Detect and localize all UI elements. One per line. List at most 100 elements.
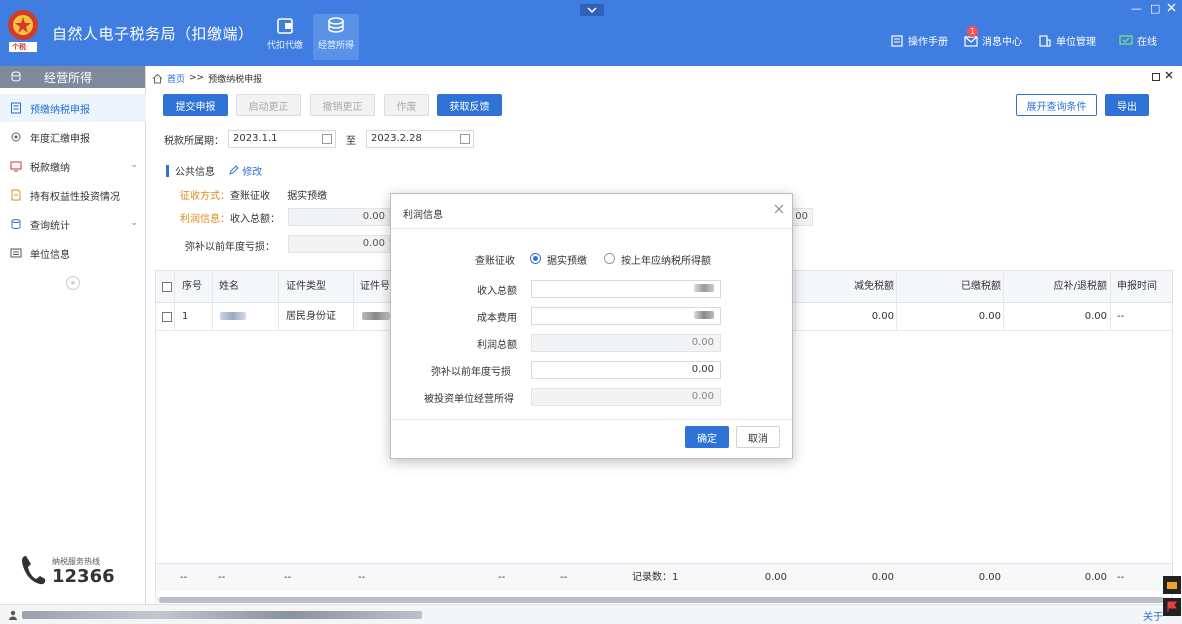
export-button[interactable]: 导出	[1105, 94, 1149, 116]
sidebar-item-unit-info[interactable]: 单位信息	[0, 239, 146, 267]
sidebar-item-prepay-declaration[interactable]: 预缴纳税申报	[0, 94, 146, 122]
status-bar: 关于	[0, 604, 1182, 624]
loss-offset-label: 弥补以前年度亏损	[431, 367, 511, 378]
sidebar-item-label: 查询统计	[30, 220, 70, 232]
void-button[interactable]: 作废	[384, 94, 429, 116]
footer-total-3: 0.00	[978, 572, 1001, 583]
restore-panel-button[interactable]	[1152, 73, 1160, 81]
income-total-field: 0.00	[288, 208, 390, 226]
phone-icon	[22, 556, 46, 585]
breadcrumb-home-link[interactable]: 首页	[167, 72, 185, 85]
row-checkbox[interactable]	[162, 312, 172, 322]
period-start-value: 2023.1.1	[233, 133, 278, 144]
footer-time: --	[1117, 572, 1125, 583]
period-to-label: 至	[346, 135, 356, 147]
online-status-label: 在线	[1137, 37, 1157, 48]
book-icon	[891, 34, 903, 47]
sidebar-item-equity-investment[interactable]: 持有权益性投资情况	[0, 181, 146, 209]
footer-placeholder: --	[180, 572, 188, 583]
side-dock-button-2[interactable]	[1163, 598, 1181, 616]
get-feedback-button[interactable]: 获取反馈	[437, 94, 502, 116]
sidebar-item-annual-settlement[interactable]: 年度汇缴申报	[0, 123, 146, 151]
period-start-input[interactable]: 2023.1.1	[228, 130, 336, 148]
coins-icon	[11, 71, 21, 82]
form-icon	[11, 102, 21, 114]
cancel-button[interactable]: 取消	[736, 426, 780, 448]
radio-last-year-taxable-label[interactable]: 按上年应纳税所得额	[621, 252, 711, 267]
confirm-button[interactable]: 确定	[685, 426, 729, 448]
list-icon	[10, 248, 22, 258]
collection-method-detail: 据实预缴	[287, 191, 328, 202]
footer-total-2: 0.00	[871, 572, 894, 583]
minimize-button[interactable]: —	[1131, 2, 1142, 15]
sidebar-item-label: 单位信息	[30, 249, 70, 261]
collection-method-value: 查账征收	[230, 191, 270, 202]
scrollbar-thumb[interactable]	[159, 597, 1164, 603]
invested-income-label: 被投资单位经营所得	[424, 394, 514, 405]
horizontal-scrollbar[interactable]	[155, 597, 1173, 603]
row-paid: 0.00	[978, 311, 1001, 322]
row-declare-time: --	[1117, 311, 1125, 322]
loss-offset-label: 弥补以前年度亏损：	[185, 242, 275, 253]
side-dock-button[interactable]	[1163, 576, 1181, 594]
select-all-checkbox[interactable]	[162, 282, 172, 292]
row-seq: 1	[182, 311, 189, 322]
row-id-number-redacted	[362, 303, 390, 331]
hotline-number: 12366	[52, 566, 115, 587]
monitor-icon	[10, 161, 22, 172]
operation-manual-link[interactable]: 操作手册	[890, 33, 948, 48]
cost-expense-input[interactable]	[531, 307, 721, 325]
profit-total-label: 利润总额	[477, 340, 517, 351]
submit-declaration-button[interactable]: 提交申报	[163, 94, 228, 116]
col-id-number: 证件号	[360, 281, 390, 292]
header-collapse-tab[interactable]	[580, 4, 604, 16]
loss-offset-input[interactable]: 0.00	[531, 361, 721, 379]
nav-withholding[interactable]: 代扣代缴	[262, 14, 308, 60]
user-icon	[9, 610, 17, 620]
tax-period-row: 税款所属期： 2023.1.1 至 2023.2.28	[164, 130, 474, 148]
wallet-icon	[277, 18, 293, 34]
income-total-input[interactable]	[531, 280, 721, 298]
footer-placeholder: --	[498, 572, 506, 583]
close-window-button[interactable]	[1167, 2, 1176, 15]
col-paid: 已缴税额	[961, 281, 1001, 292]
edit-public-info-link[interactable]: 修改	[229, 163, 262, 178]
chevron-down-icon: ⌄	[130, 160, 138, 170]
col-seq: 序号	[182, 281, 202, 292]
sidebar-header: 经营所得	[0, 66, 145, 88]
radio-last-year-taxable[interactable]	[604, 253, 615, 264]
breadcrumb-separator: >>	[189, 73, 205, 83]
chevron-down-icon: ⌄	[130, 218, 138, 228]
unit-management-link[interactable]: 单位管理	[1038, 33, 1096, 48]
calendar-icon	[322, 134, 332, 144]
unit-management-label: 单位管理	[1056, 37, 1096, 48]
about-link[interactable]: 关于	[1143, 608, 1163, 623]
row-name-redacted	[220, 303, 246, 331]
sidebar-collapse-button[interactable]: «	[66, 276, 80, 290]
nav-business-income[interactable]: 经营所得	[313, 14, 359, 60]
radio-actual-prepay-label[interactable]: 据实预缴	[547, 252, 587, 267]
income-total-label: 收入总额	[477, 286, 517, 297]
start-correction-button[interactable]: 启动更正	[236, 94, 301, 116]
record-count: 记录数：1	[632, 572, 679, 583]
close-icon	[1167, 3, 1176, 12]
close-tab-button[interactable]	[1165, 71, 1173, 82]
collection-method-label: 查账征收	[475, 256, 515, 267]
footer-placeholder: --	[358, 572, 366, 583]
profit-info-dialog: 利润信息 查账征收 据实预缴 按上年应纳税所得额 收入总额 成本费用 利润总额 …	[390, 193, 793, 459]
online-status[interactable]: 在线	[1119, 33, 1157, 48]
period-end-value: 2023.2.28	[371, 133, 422, 144]
dialog-close-button[interactable]	[774, 202, 784, 218]
maximize-button[interactable]: □	[1150, 2, 1160, 15]
message-center-label: 消息中心	[982, 37, 1022, 48]
radio-actual-prepay[interactable]	[530, 253, 541, 264]
public-info-title: 公共信息	[175, 167, 215, 178]
period-end-input[interactable]: 2023.2.28	[366, 130, 474, 148]
footer-placeholder: --	[218, 572, 226, 583]
sidebar-item-query-stats[interactable]: 查询统计 ⌄	[0, 210, 146, 238]
footer-total-1: 0.00	[764, 572, 787, 583]
cost-expense-label: 成本费用	[477, 313, 517, 324]
expand-query-button[interactable]: 展开查询条件	[1016, 94, 1097, 116]
sidebar-item-tax-payment[interactable]: 税款缴纳 ⌄	[0, 152, 146, 180]
cancel-correction-button[interactable]: 撤销更正	[310, 94, 375, 116]
